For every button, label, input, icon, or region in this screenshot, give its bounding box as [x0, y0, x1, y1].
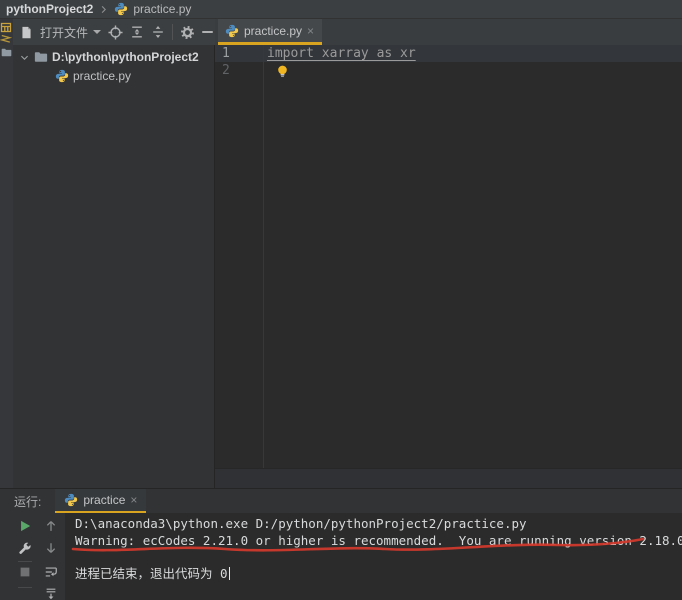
tree-root-label: D:\python\pythonProject2 [52, 50, 199, 64]
stop-button[interactable] [18, 565, 32, 579]
code-line-1: import xarray as xr [267, 45, 416, 62]
run-toolbar [0, 513, 65, 600]
up-stack-trace-button[interactable] [44, 519, 58, 533]
folder-icon [34, 50, 48, 64]
expand-all-button[interactable] [130, 25, 144, 39]
editor-bottom-strip [215, 468, 682, 488]
console-warning-line: Warning: ecCodes 2.21.0 or higher is rec… [75, 533, 682, 550]
toolbar-tab-row: 打开文件 practice.py × [0, 19, 682, 45]
line-number: 1 [222, 45, 230, 62]
python-file-icon [225, 24, 239, 38]
python-file-icon [55, 69, 69, 83]
close-icon[interactable]: × [130, 494, 137, 506]
tree-row-root[interactable]: D:\python\pythonProject2 [19, 48, 199, 66]
file-icon [20, 26, 33, 39]
project-tree-panel: D:\python\pythonProject2 practice.py [13, 45, 215, 488]
gutter-separator [263, 45, 264, 468]
run-tab-practice[interactable]: practice × [55, 489, 146, 514]
down-stack-trace-button[interactable] [44, 541, 58, 555]
soft-wrap-button[interactable] [44, 565, 58, 579]
pycharm-window: pythonProject2 practice.py 打开文件 practice… [0, 0, 682, 600]
toolbar-divider [172, 24, 173, 40]
chevron-down-icon[interactable] [93, 30, 101, 34]
hide-panel-button[interactable] [202, 31, 213, 33]
code-editor[interactable]: 1 import xarray as xr 2 [215, 45, 682, 468]
line-number: 2 [222, 62, 230, 79]
chevron-down-icon[interactable] [19, 52, 30, 63]
run-panel-header: 运行: practice × [0, 488, 682, 513]
close-icon[interactable]: × [307, 25, 314, 37]
chevron-right-icon [98, 4, 109, 15]
collapse-all-button[interactable] [151, 25, 165, 39]
intention-bulb-icon[interactable] [275, 64, 290, 79]
project-panel-toolbar: 打开文件 [13, 19, 215, 45]
project-tool-folder-icon[interactable] [1, 47, 12, 58]
tool-window-stripe [0, 19, 13, 488]
console-command-line: D:\anaconda3\python.exe D:/python/python… [75, 516, 682, 533]
tree-file-label: practice.py [73, 69, 131, 83]
text-caret [229, 567, 231, 580]
run-console[interactable]: D:\anaconda3\python.exe D:/python/python… [65, 513, 682, 600]
tree-row-file[interactable]: practice.py [55, 67, 131, 85]
python-file-icon [114, 2, 128, 16]
editor-tab-label: practice.py [244, 24, 302, 38]
gear-icon[interactable] [180, 25, 195, 40]
structure-tool-icon[interactable] [0, 22, 12, 46]
toolbar-divider [18, 561, 32, 562]
console-exit-line: 进程已结束，退出代码为 0 [75, 566, 682, 583]
rerun-button[interactable] [18, 519, 32, 533]
run-panel-title: 运行: [14, 493, 41, 510]
toolbar-divider [18, 587, 32, 588]
breadcrumb: pythonProject2 practice.py [0, 0, 682, 19]
locate-file-button[interactable] [108, 25, 123, 40]
editor-tab-practice[interactable]: practice.py × [218, 19, 322, 45]
breadcrumb-file[interactable]: practice.py [133, 2, 191, 16]
open-file-button[interactable]: 打开文件 [40, 24, 88, 41]
python-file-icon [64, 493, 78, 507]
customize-wrench-button[interactable] [18, 541, 32, 555]
console-blank-line [75, 549, 682, 566]
run-tab-label: practice [83, 493, 125, 507]
breadcrumb-project[interactable]: pythonProject2 [6, 2, 93, 16]
scroll-to-end-button[interactable] [44, 587, 58, 600]
